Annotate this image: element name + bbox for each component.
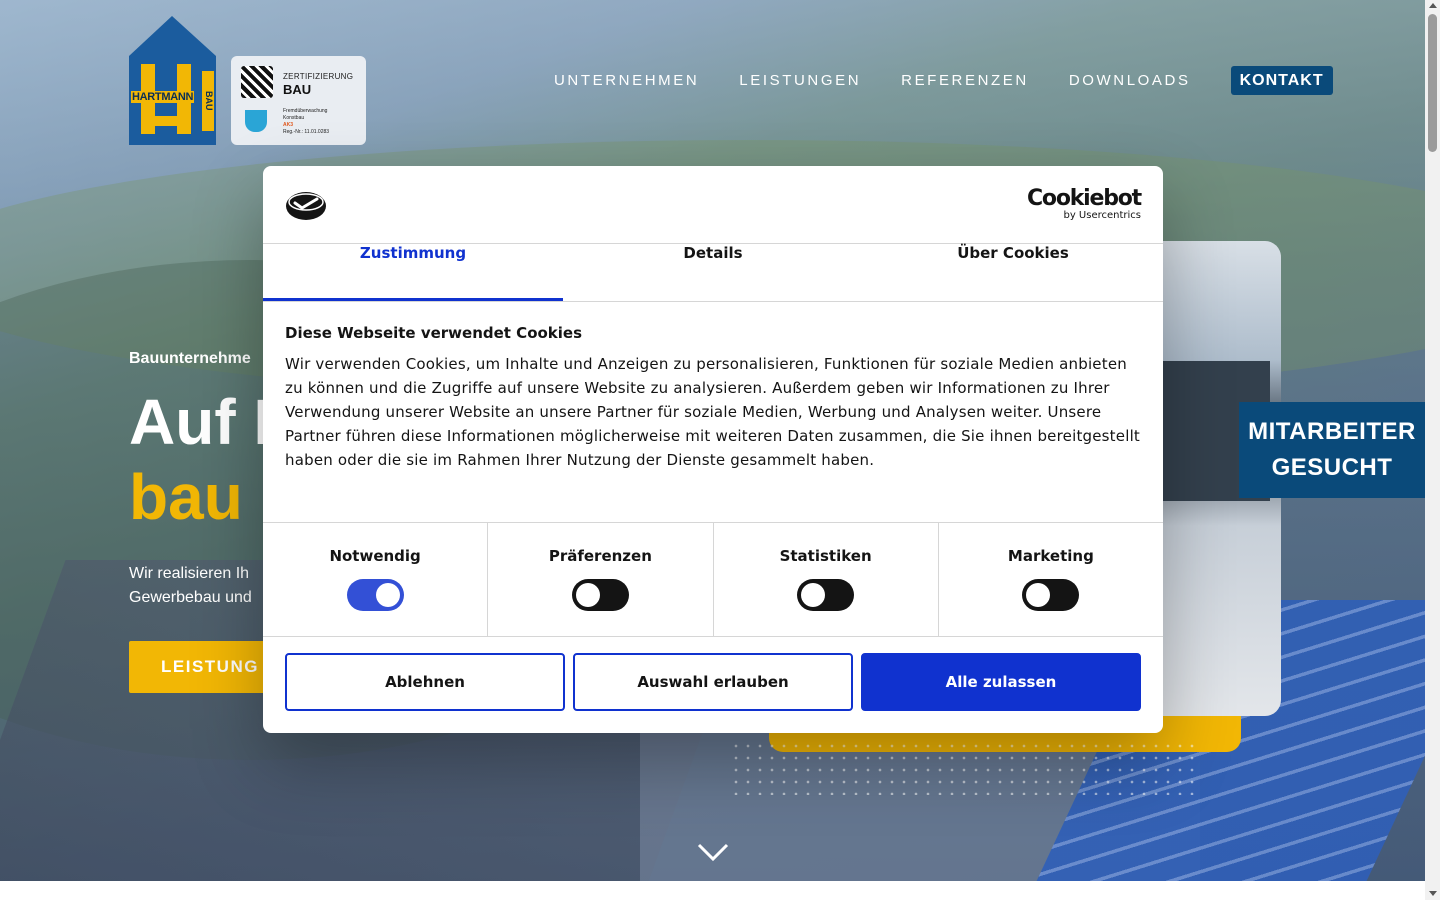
toggle-statistiken[interactable] (797, 579, 855, 611)
chevron-down-icon[interactable] (697, 842, 729, 862)
nav-item-downloads[interactable]: DOWNLOADS (1069, 66, 1191, 95)
nav-item-leistungen[interactable]: LEISTUNGEN (739, 66, 861, 95)
allow-selection-button[interactable]: Auswahl erlauben (573, 653, 853, 711)
cert-line: Reg.-Nr.: 11.01.0283 (283, 129, 330, 135)
certification-cubes-icon (241, 66, 273, 98)
cert-line: Fremdüberwachung (283, 108, 328, 114)
main-navigation: UNTERNEHMEN LEISTUNGEN REFERENZEN DOWNLO… (554, 66, 1333, 95)
page-bottom (0, 881, 1425, 900)
tab-zustimmung[interactable]: Zustimmung (263, 244, 563, 301)
logo-side-text: BAU (202, 71, 214, 131)
allow-all-button[interactable]: Alle zulassen (861, 653, 1141, 711)
scrollbar-thumb[interactable] (1428, 14, 1437, 152)
toggle-notwendig[interactable] (346, 579, 404, 611)
certification-shield-icon (245, 110, 267, 132)
page-scrollbar[interactable] (1425, 0, 1440, 900)
hero-title-line2: bau (129, 461, 243, 533)
scroll-up-icon[interactable] (1429, 3, 1437, 8)
cookiebot-brand-sub: by Usercentrics (1063, 210, 1141, 221)
category-label: Statistiken (779, 547, 872, 565)
cookie-description: Wir verwenden Cookies, um Inhalte und An… (285, 355, 1141, 469)
cookie-consent-dialog: Cookiebot by Usercentrics Zustimmung Det… (263, 166, 1163, 733)
jobs-line1: MITARBEITER (1248, 418, 1416, 445)
logo-text: HARTMANN (131, 91, 195, 103)
category-label: Marketing (1007, 547, 1094, 565)
category-marketing: Marketing (939, 523, 1163, 636)
category-label: Notwendig (329, 547, 421, 565)
category-label: Präferenzen (548, 547, 652, 565)
cert-line: Konstbau (283, 115, 305, 121)
nav-item-referenzen[interactable]: REFERENZEN (901, 66, 1029, 95)
category-statistiken: Statistiken (714, 523, 939, 636)
hero-title-line1: Auf I (129, 386, 272, 458)
toggle-praeferenzen[interactable] (571, 579, 629, 611)
tab-details[interactable]: Details (563, 244, 863, 301)
jobs-line2: GESUCHT (1271, 454, 1393, 481)
nav-contact-button[interactable]: KONTAKT (1230, 66, 1333, 95)
category-notwendig: Notwendig (263, 523, 489, 636)
certification-label: ZERTIFIZIERUNG (283, 72, 354, 81)
cookiebot-brand[interactable]: Cookiebot by Usercentrics (1026, 186, 1142, 222)
cookie-tabs: Zustimmung Details Über Cookies (263, 244, 1163, 302)
certification-badge: ZERTIFIZIERUNG BAU Fremdüberwachung Kons… (231, 56, 366, 145)
decline-button[interactable]: Ablehnen (285, 653, 565, 711)
cookiebot-brand-name: Cookiebot (1026, 186, 1142, 211)
tab-ueber-cookies[interactable]: Über Cookies (863, 244, 1163, 301)
hero-subtitle: Bauunternehme (129, 350, 251, 367)
company-logo[interactable]: HARTMANN BAU (129, 16, 216, 145)
toggle-marketing[interactable] (1022, 579, 1080, 611)
cert-line: AK3 (283, 122, 294, 128)
cookie-dialog-header: Cookiebot by Usercentrics (263, 166, 1163, 244)
cookie-buttons: Ablehnen Auswahl erlauben Alle zulassen (263, 637, 1163, 727)
cookiebot-logo-icon (286, 192, 326, 220)
jobs-wanted-button[interactable]: MITARBEITER GESUCHT (1239, 402, 1425, 498)
hero-dot-pattern (730, 740, 1200, 795)
certification-title: BAU (283, 82, 312, 97)
nav-item-unternehmen[interactable]: UNTERNEHMEN (554, 66, 699, 95)
category-praeferenzen: Präferenzen (488, 523, 714, 636)
cookie-categories: Notwendig Präferenzen Statistiken Market… (263, 523, 1163, 637)
cookie-heading: Diese Webseite verwendet Cookies (285, 324, 583, 342)
cookie-dialog-body: Diese Webseite verwendet Cookies Wir ver… (263, 302, 1163, 523)
scroll-down-icon[interactable] (1429, 891, 1437, 896)
